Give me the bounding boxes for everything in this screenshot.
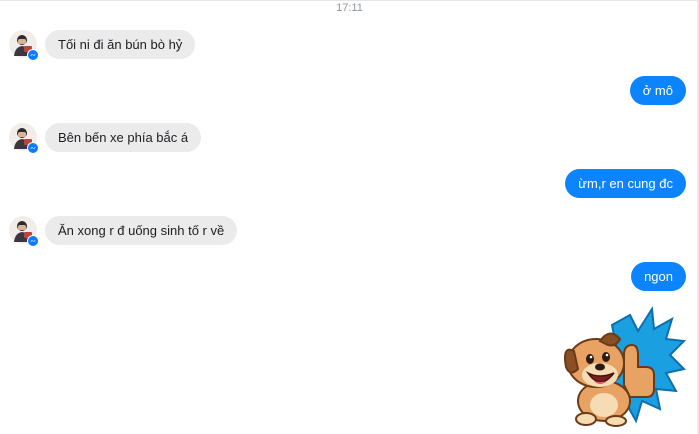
outgoing-message-bubble[interactable]: ở mô [629, 76, 686, 105]
messenger-badge-icon [27, 142, 39, 154]
thumbs-up-puppy-sticker[interactable] [560, 305, 687, 427]
messenger-badge-icon [27, 235, 39, 247]
incoming-message-bubble[interactable]: Ăn xong r đ uống sinh tố r về [45, 216, 238, 245]
contact-avatar[interactable] [9, 216, 39, 247]
messenger-badge-icon [27, 49, 39, 61]
outgoing-message-bubble[interactable]: ừm,r en cung đc [565, 169, 686, 198]
outgoing-message-bubble[interactable]: ngon [631, 262, 686, 291]
incoming-message-bubble[interactable]: Bên bến xe phía bắc á [45, 123, 202, 152]
puppy-thumbs-up-icon [564, 306, 687, 427]
message-timestamp: 17:11 [336, 2, 363, 14]
incoming-message-bubble[interactable]: Tối ni đi ăn bún bò hỷ [45, 30, 196, 59]
contact-avatar[interactable] [9, 123, 39, 154]
contact-avatar[interactable] [9, 30, 39, 61]
